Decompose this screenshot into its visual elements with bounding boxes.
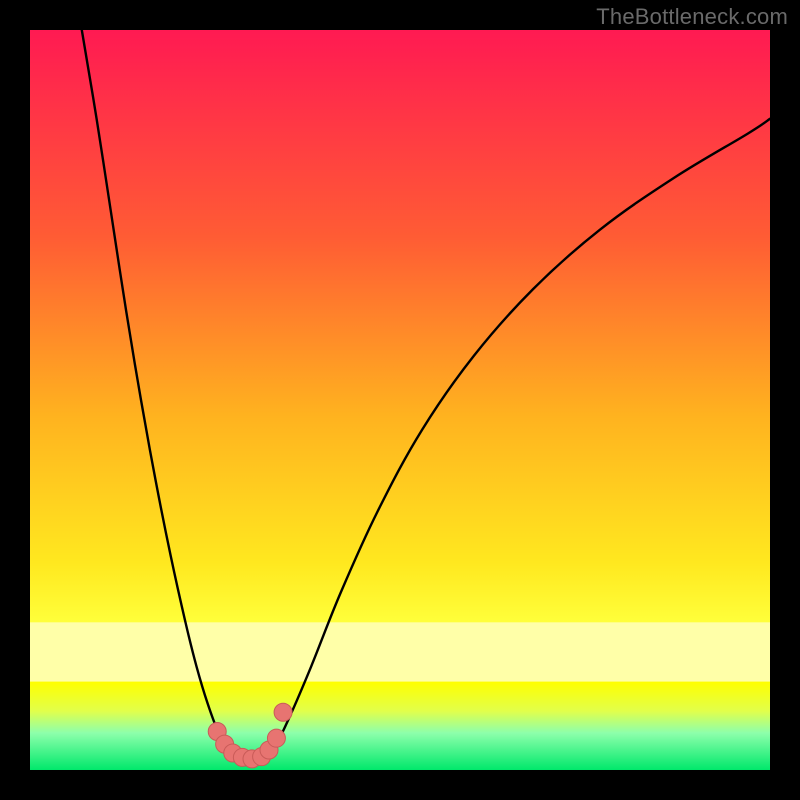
chart-svg bbox=[30, 30, 770, 770]
watermark-text: TheBottleneck.com bbox=[596, 4, 788, 30]
marker-point bbox=[267, 729, 285, 747]
highlight-markers bbox=[208, 703, 292, 768]
plot-area bbox=[30, 30, 770, 770]
marker-point bbox=[274, 703, 292, 721]
outer-frame: TheBottleneck.com bbox=[0, 0, 800, 800]
bottleneck-path bbox=[82, 30, 770, 759]
bottleneck-curve bbox=[82, 30, 770, 759]
